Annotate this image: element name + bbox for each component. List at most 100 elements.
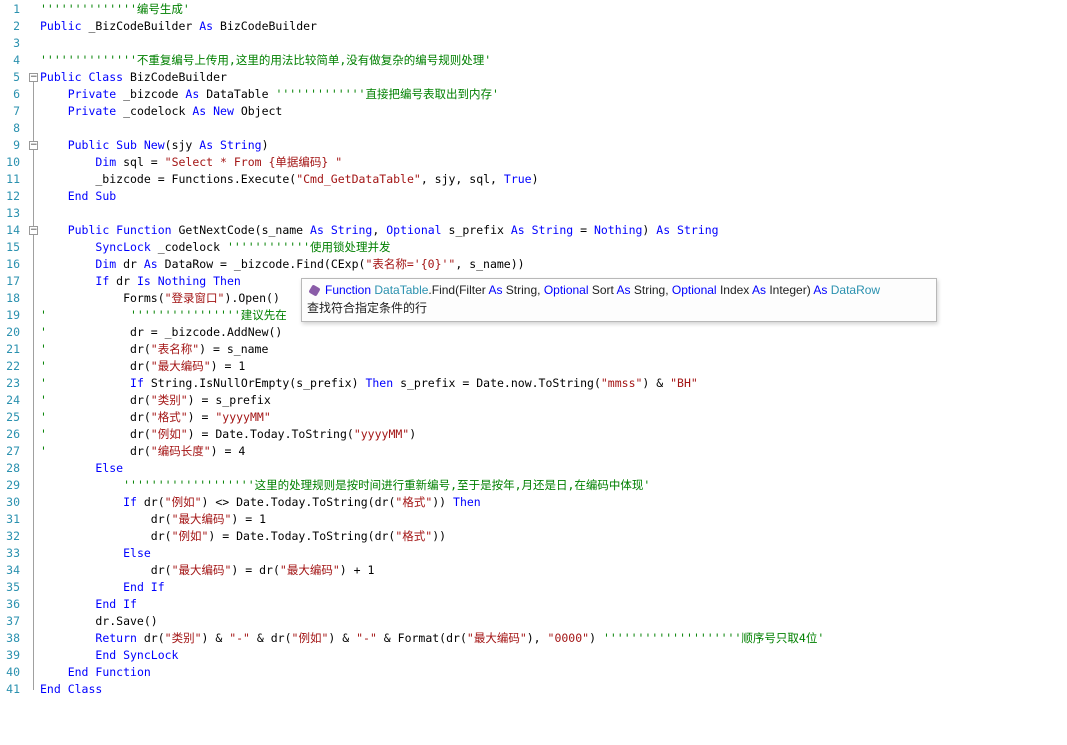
string-token: "-" xyxy=(356,631,377,645)
code-text[interactable]: End Sub xyxy=(40,188,116,205)
code-token: DataTable xyxy=(199,87,276,101)
code-line[interactable]: 3 xyxy=(0,35,1067,52)
code-text[interactable]: Public Function GetNextCode(s_name As St… xyxy=(40,222,719,239)
code-line[interactable]: 38 Return dr("类别") & "-" & dr("例如") & "-… xyxy=(0,630,1067,647)
code-text[interactable]: dr.Save() xyxy=(40,613,157,630)
code-line[interactable]: 14− Public Function GetNextCode(s_name A… xyxy=(0,222,1067,239)
code-line[interactable]: 26 ' dr("例如") = Date.Today.ToString("yyyy… xyxy=(0,426,1067,443)
code-text[interactable]: End If xyxy=(40,579,165,596)
code-text[interactable]: End Function xyxy=(40,664,151,681)
code-text[interactable]: dr("最大编码") = dr("最大编码") + 1 xyxy=(40,562,375,579)
code-text[interactable]: SyncLock _codelock ''''''''''''使用锁处理并发 xyxy=(40,239,390,256)
collapse-toggle-icon[interactable]: − xyxy=(29,226,38,235)
code-text[interactable]: Dim dr As DataRow = _bizcode.Find(CExp("… xyxy=(40,256,525,273)
code-token: ).Open() xyxy=(224,291,280,305)
code-text[interactable]: End If xyxy=(40,596,137,613)
code-text[interactable]: ''''''''''''''不重复编号上传用,这里的用法比较简单,没有做复杂的编… xyxy=(40,52,491,69)
line-number: 34 xyxy=(6,563,20,577)
code-line[interactable]: 2 Public _BizCodeBuilder As BizCodeBuilde… xyxy=(0,18,1067,35)
code-text[interactable]: ' dr("表名称") = s_name xyxy=(40,341,268,358)
code-text[interactable]: ' dr("格式") = "yyyyMM" xyxy=(40,409,271,426)
code-text[interactable]: ' dr("例如") = Date.Today.ToString("yyyyMM… xyxy=(40,426,416,443)
string-token: "登录窗口" xyxy=(164,291,225,305)
tooltip-as: As xyxy=(488,283,503,297)
code-token: , s_name)) xyxy=(455,257,525,271)
code-line[interactable]: 31 dr("最大编码") = 1 xyxy=(0,511,1067,528)
code-line[interactable]: 34 dr("最大编码") = dr("最大编码") + 1 xyxy=(0,562,1067,579)
keyword-token: As xyxy=(185,87,200,101)
code-line[interactable]: 10 Dim sql = "Select * From {单据编码} " xyxy=(0,154,1067,171)
code-line[interactable]: 41 End Class xyxy=(0,681,1067,698)
comment-token: '''''''''''''''''''这里的处理规则是按时间进行重新编号,至于是… xyxy=(123,478,651,492)
code-line[interactable]: 22 ' dr("最大编码") = 1 xyxy=(0,358,1067,375)
code-line[interactable]: 8 xyxy=(0,120,1067,137)
code-line[interactable]: 33 Else xyxy=(0,545,1067,562)
code-text[interactable]: Else xyxy=(40,545,151,562)
code-line[interactable]: 25 ' dr("格式") = "yyyyMM" xyxy=(0,409,1067,426)
code-text[interactable]: If dr Is Nothing Then xyxy=(40,273,240,290)
line-number: 13 xyxy=(6,206,20,220)
code-line[interactable]: 7 Private _codelock As New Object xyxy=(0,103,1067,120)
code-line[interactable]: 11 _bizcode = Functions.Execute("Cmd_Get… xyxy=(0,171,1067,188)
code-line[interactable]: 27 ' dr("编码长度") = 4 xyxy=(0,443,1067,460)
code-line[interactable]: 28 Else xyxy=(0,460,1067,477)
code-text[interactable]: ' dr = _bizcode.AddNew() xyxy=(40,324,282,341)
code-text[interactable]: Public Class BizCodeBuilder xyxy=(40,69,227,86)
code-text[interactable]: Dim sql = "Select * From {单据编码} " xyxy=(40,154,342,171)
code-text[interactable]: End Class xyxy=(40,681,102,698)
code-text[interactable]: Else xyxy=(40,460,123,477)
code-line[interactable]: 37 dr.Save() xyxy=(0,613,1067,630)
code-line[interactable]: 12 End Sub xyxy=(0,188,1067,205)
code-editor[interactable]: 1 ''''''''''''''编号生成' 2 Public _BizCodeBuil… xyxy=(0,0,1067,745)
code-line[interactable]: 5− Public Class BizCodeBuilder xyxy=(0,69,1067,86)
line-number: 41 xyxy=(6,682,20,696)
code-text[interactable]: Private _codelock As New Object xyxy=(40,103,283,120)
code-text[interactable]: If dr("例如") <> Date.Today.ToString(dr("格… xyxy=(40,494,481,511)
code-text[interactable]: ' dr("类别") = s_prefix xyxy=(40,392,271,409)
code-line[interactable]: 6 Private _bizcode As DataTable ''''''''… xyxy=(0,86,1067,103)
code-text[interactable]: ' dr("最大编码") = 1 xyxy=(40,358,245,375)
code-token: dr( xyxy=(136,495,165,509)
code-text[interactable]: Public Sub New(sjy As String) xyxy=(40,137,269,154)
code-text[interactable]: dr("例如") = Date.Today.ToString(dr("格式")) xyxy=(40,528,446,545)
code-text[interactable]: Forms("登录窗口").Open() xyxy=(40,290,280,307)
code-text[interactable]: '''''''''''''''''''这里的处理规则是按时间进行重新编号,至于是… xyxy=(40,477,650,494)
code-token: dr( xyxy=(46,393,151,407)
line-number: 11 xyxy=(6,172,20,186)
code-line[interactable]: 16 Dim dr As DataRow = _bizcode.Find(CEx… xyxy=(0,256,1067,273)
code-text[interactable]: Public _BizCodeBuilder As BizCodeBuilder xyxy=(40,18,317,35)
line-number: 14 xyxy=(6,223,20,237)
code-token: dr( xyxy=(40,529,172,543)
code-text[interactable]: ' dr("编码长度") = 4 xyxy=(40,443,245,460)
code-line[interactable]: 40 End Function xyxy=(0,664,1067,681)
code-text[interactable]: ''''''''''''''编号生成' xyxy=(40,1,190,18)
code-line[interactable]: 24 ' dr("类别") = s_prefix xyxy=(0,392,1067,409)
code-line[interactable]: 32 dr("例如") = Date.Today.ToString(dr("格式… xyxy=(0,528,1067,545)
code-line[interactable]: 9− Public Sub New(sjy As String) xyxy=(0,137,1067,154)
code-line[interactable]: 1 ''''''''''''''编号生成' xyxy=(0,1,1067,18)
code-line[interactable]: 30 If dr("例如") <> Date.Today.ToString(dr… xyxy=(0,494,1067,511)
code-line[interactable]: 35 End If xyxy=(0,579,1067,596)
code-line[interactable]: 15 SyncLock _codelock ''''''''''''使用锁处理并… xyxy=(0,239,1067,256)
code-text[interactable]: End SyncLock xyxy=(40,647,178,664)
code-line[interactable]: 13 xyxy=(0,205,1067,222)
code-token: & dr( xyxy=(249,631,292,645)
tooltip-method-name: .Find(Filter xyxy=(428,283,489,297)
code-line[interactable]: 36 End If xyxy=(0,596,1067,613)
code-line[interactable]: 21 ' dr("表名称") = s_name xyxy=(0,341,1067,358)
code-text[interactable]: _bizcode = Functions.Execute("Cmd_GetDat… xyxy=(40,171,538,188)
code-line[interactable]: 4 ''''''''''''''不重复编号上传用,这里的用法比较简单,没有做复杂的… xyxy=(0,52,1067,69)
tooltip-return-type: DataRow xyxy=(827,283,881,297)
code-line[interactable]: 39 End SyncLock xyxy=(0,647,1067,664)
code-text[interactable]: ' If String.IsNullOrEmpty(s_prefix) Then… xyxy=(40,375,698,392)
code-line[interactable]: 23 ' If String.IsNullOrEmpty(s_prefix) Th… xyxy=(0,375,1067,392)
code-line[interactable]: 29 '''''''''''''''''''这里的处理规则是按时间进行重新编号,… xyxy=(0,477,1067,494)
keyword-token: End If xyxy=(123,580,165,594)
collapse-toggle-icon[interactable]: − xyxy=(29,73,38,82)
code-text[interactable]: Return dr("类别") & "-" & dr("例如") & "-" &… xyxy=(40,630,824,647)
code-text[interactable]: Private _bizcode As DataTable ''''''''''… xyxy=(40,86,499,103)
code-text[interactable]: dr("最大编码") = 1 xyxy=(40,511,266,528)
collapse-toggle-icon[interactable]: − xyxy=(29,141,38,150)
code-text[interactable]: ' ''''''''''''''''建议先在 xyxy=(40,307,287,324)
code-line[interactable]: 20 ' dr = _bizcode.AddNew() xyxy=(0,324,1067,341)
